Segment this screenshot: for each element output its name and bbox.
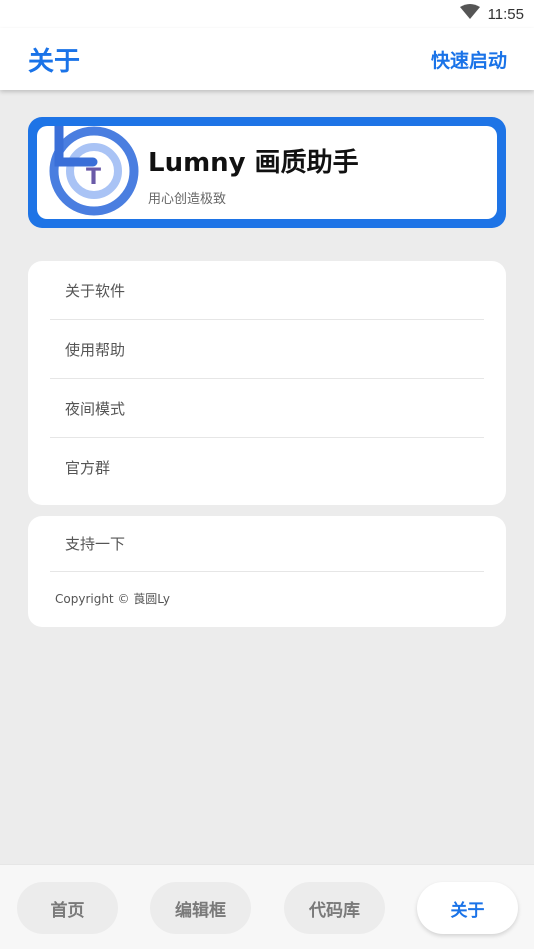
support-button[interactable]: 支持一下	[50, 516, 484, 572]
menu-item-night-mode[interactable]: 夜间模式	[50, 379, 484, 438]
tab-home[interactable]: 首页	[17, 882, 118, 934]
copyright-text: Copyright © 莨圆Ly	[55, 592, 170, 606]
bottom-nav: 首页 编辑框 代码库 关于	[0, 864, 534, 949]
quick-start-button[interactable]: 快速启动	[431, 46, 507, 73]
brand-name: Lumny 画质助手	[148, 148, 359, 178]
status-time: 11:55	[487, 5, 524, 23]
menu-card: 关于软件 使用帮助 夜间模式 官方群	[28, 261, 506, 505]
support-card: 支持一下 Copyright © 莨圆Ly	[28, 516, 506, 627]
app-logo-icon: T	[49, 121, 139, 220]
logo-letter: T	[86, 165, 101, 190]
wifi-icon	[459, 4, 480, 24]
brand-card-inner: T Lumny 画质助手 用心创造极致	[37, 121, 497, 220]
brand-card: T Lumny 画质助手 用心创造极致	[28, 117, 506, 228]
tab-about[interactable]: 关于	[417, 882, 518, 934]
page-title: 关于	[28, 46, 81, 77]
status-bar: 11:55	[0, 0, 534, 28]
menu-item-official-group[interactable]: 官方群	[50, 438, 484, 497]
menu-item-about-software[interactable]: 关于软件	[50, 261, 484, 320]
app-bar: 关于 快速启动	[0, 28, 534, 90]
brand-slogan: 用心创造极致	[148, 192, 227, 207]
menu-item-help[interactable]: 使用帮助	[50, 320, 484, 379]
tab-code-library[interactable]: 代码库	[284, 882, 385, 934]
tab-editor[interactable]: 编辑框	[150, 882, 251, 934]
